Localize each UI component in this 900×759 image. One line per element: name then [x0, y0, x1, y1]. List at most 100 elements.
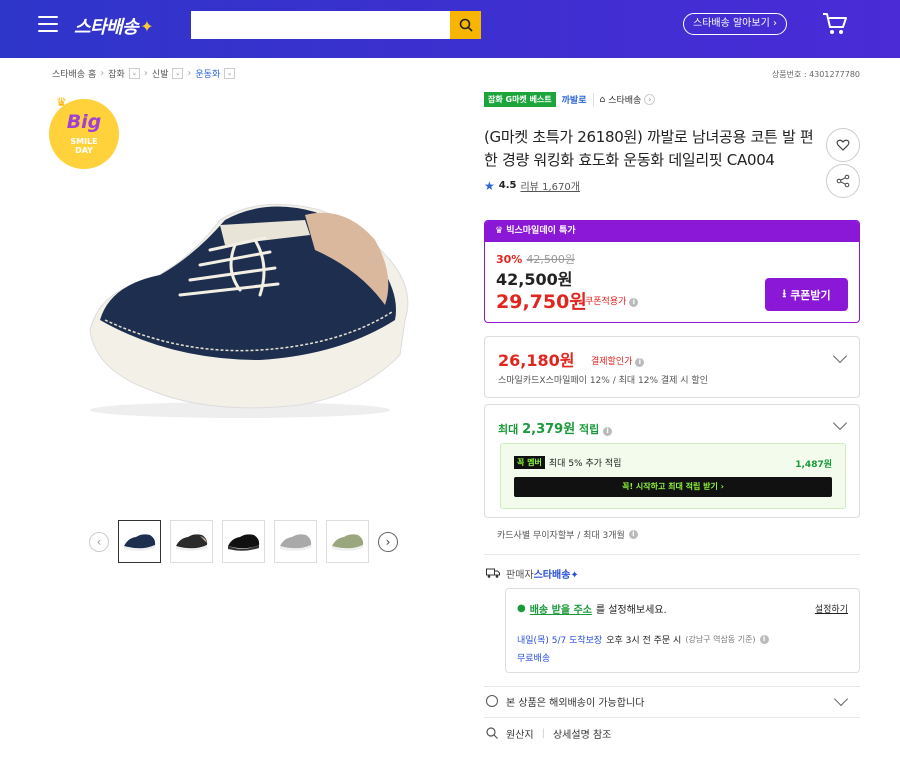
logo-text: 스타배송: [74, 17, 139, 38]
breadcrumb-cat2[interactable]: 신발: [152, 67, 169, 80]
cart-icon[interactable]: [822, 11, 848, 37]
thumbnail-strip: ‹ ›: [89, 520, 398, 563]
hamburger-menu-icon[interactable]: [38, 16, 58, 32]
order-cutoff: 오후 3시 전 주문 시: [606, 636, 682, 646]
promo-header: ♛ 빅스마일데이 특가: [485, 221, 859, 242]
membership-panel: 꼭 멤버 최대 5% 추가 적립 1,487원 꼭! 시작하고 최대 적립 받기…: [500, 443, 846, 509]
thumbnail-black[interactable]: [222, 520, 265, 563]
chevron-down-icon[interactable]: [832, 415, 848, 431]
dropdown-icon[interactable]: ⌄: [128, 68, 140, 79]
thumbnail-black-tan[interactable]: [170, 520, 213, 563]
top-header: 스타배송 ✦ 스타배송 알아보기 ›: [0, 0, 900, 58]
delivery-eta: 내일(목) 5/7 도착보장 오후 3시 전 주문 시 (강남구 역삼동 기준)…: [517, 633, 769, 646]
breadcrumb-cat3[interactable]: 운동화: [195, 67, 220, 80]
dropdown-icon[interactable]: ⌄: [224, 68, 236, 79]
globe-icon: [486, 695, 498, 707]
chevron-right-icon: ›: [100, 68, 105, 79]
heart-icon: [836, 139, 850, 151]
membership-header: 꼭 멤버 최대 5% 추가 적립: [514, 456, 621, 469]
shipping-box: ● 배송 받을 주소 를 설정해보세요. 설정하기 내일(목) 5/7 도착보장…: [505, 588, 860, 673]
shoe-thumb-image: [123, 533, 155, 551]
crown-icon: ♛: [495, 226, 504, 236]
membership-text: 최대 5% 추가 적립: [548, 459, 622, 469]
set-address-link[interactable]: 설정하기: [815, 602, 848, 615]
badge-line1: Big: [66, 111, 102, 133]
card-installment: 카드사별 무이자할부 / 최대 3개월 i: [497, 528, 638, 541]
breadcrumb: 스타배송 홈 › 잡화 ⌄ › 신발 ⌄ › 운동화 ⌄: [52, 67, 236, 80]
star-delivery-home-label: 스타배송: [608, 96, 642, 106]
divider: [484, 717, 860, 718]
points-box: 최대 2,379원 적립 i 꼭 멤버 최대 5% 추가 적립 1,487원 꼭…: [484, 404, 860, 518]
membership-start-button[interactable]: 꼭! 시작하고 최대 적립 받기 ›: [514, 477, 832, 497]
product-title: (G마켓 초특가 26180원) 까발로 남녀공용 코튼 발 편한 경량 워킹화…: [484, 128, 814, 169]
product-main-image: [89, 203, 409, 418]
search-input[interactable]: [191, 11, 450, 39]
payment-detail: 스마일카드X스마일페이 12% / 최대 12% 결제 시 할인: [498, 376, 708, 386]
star-delivery-home-link[interactable]: ⌂ 스타배송 ›: [592, 93, 656, 106]
address-link[interactable]: 배송 받을 주소: [530, 601, 592, 616]
reviews-link[interactable]: 리뷰 1,670개: [520, 178, 579, 193]
seller-row: 판매자스타배송✦: [486, 566, 579, 581]
address-prompt: ● 배송 받을 주소 를 설정해보세요.: [517, 601, 667, 616]
thumbnail-navy[interactable]: [118, 520, 161, 563]
badge-line2: SMILE DAY: [70, 137, 98, 155]
download-icon: ⭳: [782, 287, 787, 300]
shoe-thumb-image: [227, 533, 259, 551]
shipping-fee: 무료배송: [517, 654, 551, 664]
sale-price-label: 쿠폰적용가 i: [585, 294, 639, 307]
thumb-prev-button[interactable]: ‹: [89, 531, 109, 552]
seller-name[interactable]: 판매자스타배송✦: [506, 566, 579, 581]
sale-price: 29,750원: [496, 291, 587, 313]
promo-price-box: ♛ 빅스마일데이 특가 30% 42,500원 42,500원 29,750원 쿠…: [484, 220, 860, 323]
location-pin-icon: ●: [517, 603, 526, 614]
shoe-thumb-image: [331, 533, 363, 551]
shoe-thumb-image: [279, 533, 311, 551]
original-price-strike: 42,500원: [526, 253, 575, 266]
coupon-button[interactable]: ⭳ 쿠폰받기: [765, 278, 848, 311]
thumbnail-gray[interactable]: [274, 520, 317, 563]
star-delivery-info-button[interactable]: 스타배송 알아보기 ›: [683, 13, 787, 35]
breadcrumb-cat1[interactable]: 잡화: [108, 67, 125, 80]
logo[interactable]: 스타배송 ✦: [74, 13, 154, 39]
search-button[interactable]: [450, 11, 481, 39]
origin-row: 원산지 | 상세설명 참조: [486, 721, 860, 745]
breadcrumb-home[interactable]: 스타배송 홈: [52, 67, 96, 80]
thumbnail-olive[interactable]: [326, 520, 369, 563]
product-tags: 잡화 G마켓 베스트 까발로 ⌂ 스타배송 ›: [484, 92, 656, 107]
chevron-right-icon: ›: [187, 68, 192, 79]
search-icon: [459, 18, 473, 32]
arrival-date: 내일(목) 5/7 도착보장: [517, 636, 603, 646]
search-bar: [191, 11, 481, 39]
info-icon: i: [635, 358, 645, 367]
brand-link[interactable]: 까발로: [562, 93, 587, 106]
wishlist-button[interactable]: [826, 128, 860, 162]
chevron-down-icon[interactable]: [832, 348, 848, 364]
discount-percent: 30% 42,500원: [496, 253, 575, 266]
info-icon: i: [759, 635, 769, 644]
region-basis: (강남구 역삼동 기준): [685, 635, 756, 644]
payment-label: 결제할인가 i: [591, 354, 645, 367]
points-title: 최대 2,379원 적립 i: [498, 418, 613, 437]
payment-discount-box[interactable]: 26,180원 결제할인가 i 스마일카드X스마일페이 12% / 최대 12%…: [484, 336, 860, 398]
dropdown-icon[interactable]: ⌄: [172, 68, 184, 79]
divider: [484, 554, 860, 555]
share-icon: [836, 174, 850, 188]
chevron-down-icon[interactable]: [833, 691, 849, 707]
share-button[interactable]: [826, 164, 860, 198]
best-tag[interactable]: 잡화 G마켓 베스트: [484, 92, 556, 107]
home-icon: ⌂: [599, 94, 606, 105]
thumb-next-button[interactable]: ›: [378, 531, 398, 552]
origin-label: 원산지: [506, 729, 534, 741]
divider: [484, 686, 860, 687]
chevron-right-icon: ›: [644, 94, 656, 105]
rating: ★ 4.5 리뷰 1,670개: [484, 178, 580, 194]
membership-value: 1,487원: [795, 460, 832, 470]
star-icon: ✦: [140, 16, 154, 36]
product-number: 상품번호 : 4301277780: [771, 70, 860, 79]
overseas-shipping-row[interactable]: 본 상품은 해외배송이 가능합니다: [486, 689, 860, 713]
info-icon: i: [629, 298, 639, 307]
origin-value: 상세설명 참조: [552, 729, 612, 741]
payment-price: 26,180원: [498, 351, 575, 370]
overseas-text: 본 상품은 해외배송이 가능합니다: [506, 697, 645, 709]
magnifier-icon: [486, 727, 498, 739]
